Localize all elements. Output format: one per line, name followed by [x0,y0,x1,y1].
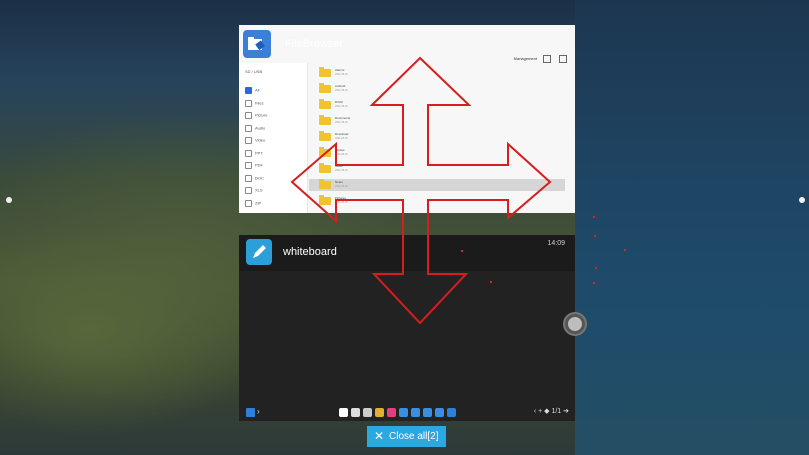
close-icon: ✕ [374,429,385,443]
close-all-button[interactable]: ✕ Close all[2] [367,426,446,447]
move-arrows-icon [290,56,552,325]
close-all-label: Close all[2] [389,431,439,442]
